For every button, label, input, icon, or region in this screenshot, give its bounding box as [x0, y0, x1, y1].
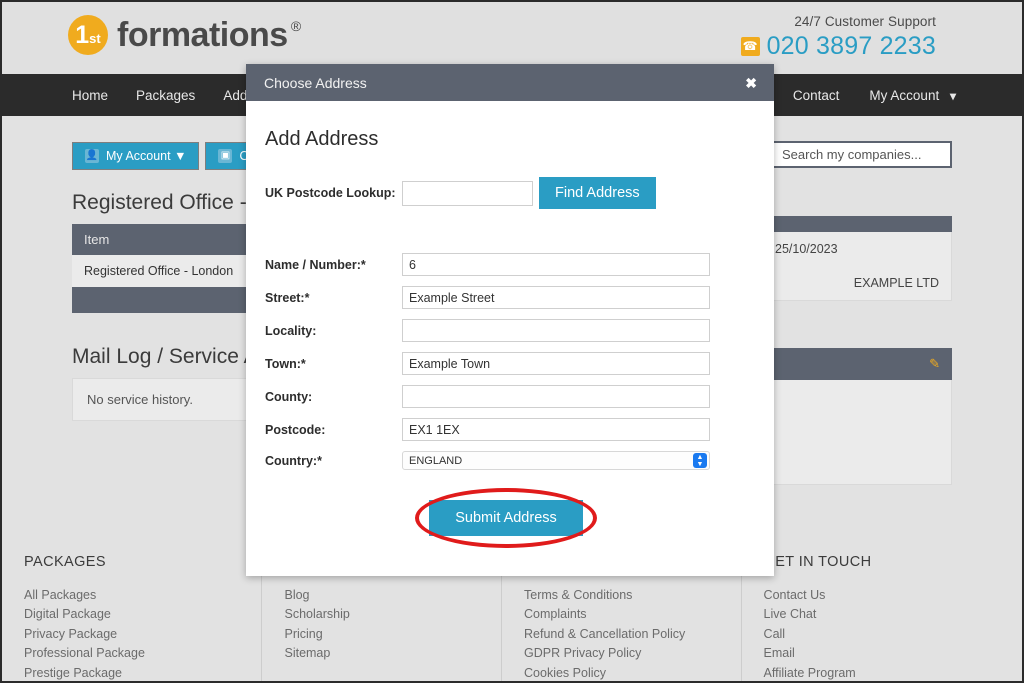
nav-item-my-account-label: My Account — [869, 88, 939, 103]
support-label: 24/7 Customer Support — [741, 14, 936, 29]
field-row-name-number: Name / Number:* — [265, 253, 747, 276]
field-label-postcode: Postcode: — [265, 423, 402, 437]
nav-item-packages[interactable]: Packages — [136, 88, 195, 103]
support-phone-number[interactable]: 020 3897 2233 — [767, 32, 936, 61]
logo-badge-st: st — [89, 19, 101, 59]
modal-body: Add Address UK Postcode Lookup: Find Add… — [246, 101, 774, 536]
field-label-country: Country:* — [265, 454, 402, 468]
field-label-name-number: Name / Number:* — [265, 258, 402, 272]
postcode-lookup-input[interactable] — [402, 181, 533, 206]
support-phone-row[interactable]: ☎ 020 3897 2233 — [741, 32, 936, 61]
footer-link[interactable]: Privacy Package — [24, 625, 261, 644]
submit-row: Submit Address — [265, 500, 747, 536]
name-number-input[interactable] — [402, 253, 710, 276]
browser-viewport: 1st formations® 24/7 Customer Support ☎ … — [0, 0, 1024, 683]
logo-wordmark: formations® — [117, 16, 288, 55]
field-row-country: Country:* ENGLAND ▲▼ — [265, 451, 747, 470]
footer-link[interactable]: Sitemap — [284, 644, 501, 663]
field-label-county: County: — [265, 390, 402, 404]
footer-link[interactable]: Email — [764, 644, 1022, 663]
incorporation-date-value: 25/10/2023 — [775, 242, 838, 256]
choose-address-modal: Choose Address ✖ Add Address UK Postcode… — [246, 64, 774, 576]
footer-link[interactable]: Contact Us — [764, 586, 1022, 605]
customer-support-block: 24/7 Customer Support ☎ 020 3897 2233 — [741, 14, 936, 61]
chevron-updown-icon[interactable]: ▲▼ — [693, 453, 707, 468]
field-row-town: Town:* — [265, 352, 747, 375]
footer-column-packages: PACKAGES All Packages Digital Package Pr… — [2, 538, 261, 681]
logo-word-text: formations — [117, 16, 288, 54]
field-row-postcode: Postcode: — [265, 418, 747, 441]
footer-link[interactable]: Scholarship — [284, 605, 501, 624]
footer-heading-get-in-touch: GET IN TOUCH — [764, 554, 1022, 570]
country-select[interactable]: ENGLAND — [402, 451, 710, 470]
field-label-street: Street:* — [265, 291, 402, 305]
field-label-locality: Locality: — [265, 324, 402, 338]
footer-link[interactable]: GDPR Privacy Policy — [524, 644, 741, 663]
field-row-locality: Locality: — [265, 319, 747, 342]
street-input[interactable] — [402, 286, 710, 309]
submit-address-button[interactable]: Submit Address — [429, 500, 583, 536]
nav-item-home[interactable]: Home — [72, 88, 108, 103]
town-input[interactable] — [402, 352, 710, 375]
close-icon[interactable]: ✖ — [745, 76, 757, 90]
my-account-dropdown-label: My Account ▼ — [106, 149, 186, 163]
footer-link[interactable]: Complaints — [524, 605, 741, 624]
logo-badge-one: 1 — [75, 15, 89, 55]
footer-column-get-in-touch: GET IN TOUCH Contact Us Live Chat Call E… — [741, 538, 1022, 681]
nav-item-my-account[interactable]: My Account ▾ — [869, 88, 956, 103]
county-input[interactable] — [402, 385, 710, 408]
my-account-dropdown-button[interactable]: 👤 My Account ▼ — [72, 142, 199, 170]
footer-link[interactable]: All Packages — [24, 586, 261, 605]
footer-link[interactable]: Blog — [284, 586, 501, 605]
locality-input[interactable] — [402, 319, 710, 342]
footer-link[interactable]: Pricing — [284, 625, 501, 644]
footer-link[interactable]: Cookies Policy — [524, 664, 741, 683]
postcode-lookup-row: UK Postcode Lookup: Find Address — [265, 177, 747, 209]
modal-header: Choose Address ✖ — [246, 64, 774, 101]
orders-icon: ▣ — [218, 149, 232, 163]
modal-title: Choose Address — [264, 75, 367, 91]
footer-link[interactable]: Terms & Conditions — [524, 586, 741, 605]
site-logo[interactable]: 1st formations® — [68, 15, 288, 55]
phone-icon: ☎ — [741, 37, 760, 56]
add-address-heading: Add Address — [265, 128, 747, 151]
registered-trademark-icon: ® — [291, 18, 301, 34]
footer-link[interactable]: Refund & Cancellation Policy — [524, 625, 741, 644]
footer-link[interactable]: Professional Package — [24, 644, 261, 663]
footer-link[interactable]: Affiliate Program — [764, 664, 1022, 683]
footer-heading-packages: PACKAGES — [24, 554, 261, 570]
user-icon: 👤 — [85, 149, 99, 163]
country-select-wrap: ENGLAND ▲▼ — [402, 451, 710, 470]
find-address-button[interactable]: Find Address — [539, 177, 656, 209]
postcode-input[interactable] — [402, 418, 710, 441]
nav-item-contact[interactable]: Contact — [793, 88, 840, 103]
nav-right-group: Contact My Account ▾ — [763, 74, 956, 116]
footer-link[interactable]: Digital Package — [24, 605, 261, 624]
field-row-street: Street:* — [265, 286, 747, 309]
logo-badge-icon: 1st — [68, 15, 108, 55]
footer-link[interactable]: Live Chat — [764, 605, 1022, 624]
field-label-town: Town:* — [265, 357, 402, 371]
footer-link[interactable]: Call — [764, 625, 1022, 644]
pencil-icon[interactable]: ✎ — [929, 356, 940, 372]
search-input[interactable]: Search my companies... — [772, 141, 952, 168]
footer-link[interactable]: Prestige Package — [24, 664, 261, 683]
chevron-down-icon: ▾ — [950, 89, 956, 103]
field-row-county: County: — [265, 385, 747, 408]
postcode-lookup-label: UK Postcode Lookup: — [265, 186, 402, 200]
